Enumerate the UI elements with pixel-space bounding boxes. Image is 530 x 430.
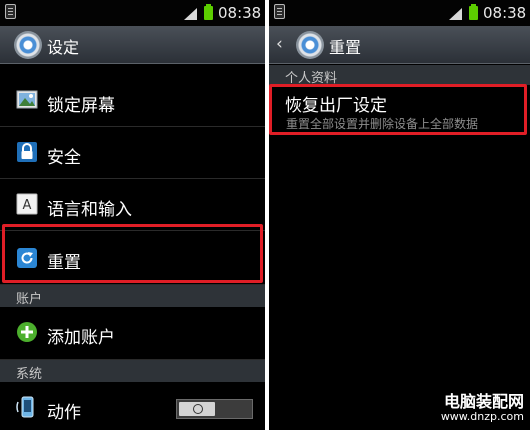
settings-gear-icon — [14, 31, 42, 59]
menu-item-label: 语言和输入 — [47, 200, 132, 220]
settings-screen: 08:38 设定 锁定屏幕 安全 A 语言和输入 重置 账户 添加账户 系统 动… — [0, 0, 265, 430]
section-header-accounts: 账户 — [0, 285, 265, 307]
watermark-url: www.dnzp.com — [440, 410, 524, 423]
sd-card-icon — [5, 4, 16, 19]
menu-item-lock-screen[interactable]: 锁定屏幕 — [0, 75, 265, 127]
motion-phone-icon — [16, 396, 34, 418]
toggle-knob — [179, 402, 215, 416]
toggle-off-icon — [193, 404, 203, 414]
status-time: 08:38 — [483, 4, 527, 22]
section-title: 系统 — [16, 367, 43, 382]
battery-icon — [469, 4, 478, 20]
factory-reset-highlight-box — [269, 84, 527, 135]
section-header-system: 系统 — [0, 360, 265, 382]
section-header-personal: 个人资料 — [269, 65, 530, 86]
signal-icon — [449, 8, 462, 20]
sd-card-icon — [274, 4, 285, 19]
padlock-icon — [17, 142, 37, 162]
menu-item-label: 安全 — [47, 148, 81, 168]
add-plus-icon — [17, 322, 37, 342]
back-chevron-icon[interactable]: ‹ — [276, 34, 283, 54]
reset-highlight-box — [2, 224, 263, 283]
watermark-name: 电脑装配网 — [443, 392, 524, 411]
settings-titlebar: 设定 — [0, 26, 265, 64]
svg-text:A: A — [23, 198, 32, 213]
motion-toggle[interactable] — [176, 399, 253, 419]
battery-icon — [204, 4, 213, 20]
letter-a-icon: A — [16, 193, 38, 215]
section-title: 账户 — [16, 292, 43, 307]
signal-icon — [184, 8, 197, 20]
status-bar: 08:38 — [0, 0, 265, 26]
settings-gear-icon — [296, 31, 324, 59]
page-title: 重置 — [329, 38, 362, 57]
status-bar: 08:38 — [269, 0, 530, 26]
add-account-label: 添加账户 — [47, 328, 115, 348]
status-time: 08:38 — [218, 4, 262, 22]
menu-item-label: 动作 — [47, 403, 81, 423]
page-title: 设定 — [47, 38, 80, 57]
add-account-item[interactable]: 添加账户 — [0, 307, 265, 360]
menu-item-security[interactable]: 安全 — [0, 127, 265, 179]
reset-titlebar[interactable]: ‹ 重置 — [269, 26, 530, 64]
reset-screen: 08:38 ‹ 重置 个人资料 恢复出厂设定 重置全部设置并删除设备上全部数据 — [269, 0, 530, 430]
landscape-photo-icon — [16, 90, 38, 109]
menu-item-label: 锁定屏幕 — [47, 96, 115, 116]
